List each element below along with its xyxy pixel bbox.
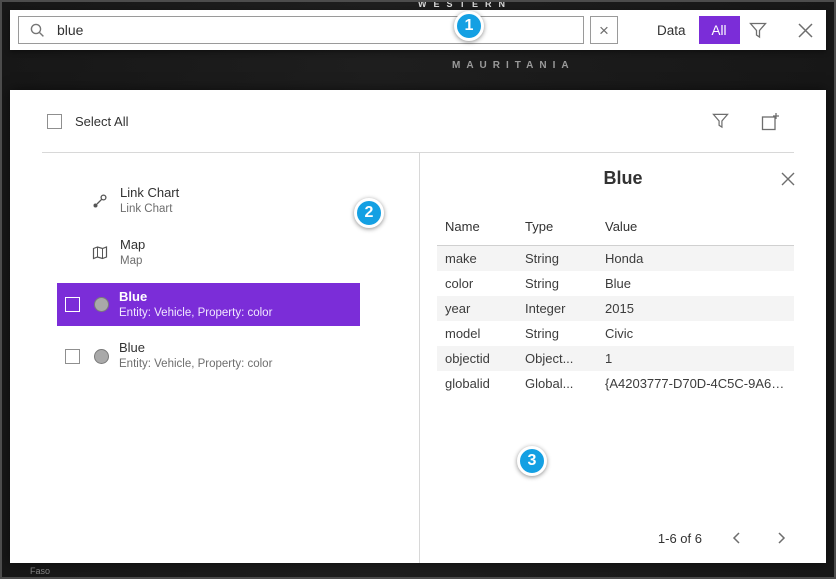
annotation-badge-3: 3 [517, 446, 547, 476]
pagination-range: 1-6 of 6 [658, 531, 702, 546]
detail-title: Blue [420, 168, 826, 189]
list-item-link-chart[interactable]: Link Chart Link Chart [57, 179, 360, 223]
result-list: Link Chart Link Chart Map Map [57, 179, 360, 386]
list-item-title: Link Chart [120, 185, 179, 202]
cell-value: Blue [597, 271, 794, 296]
detail-close-button[interactable] [778, 169, 798, 189]
cell-name: globalid [437, 371, 517, 396]
cell-type: String [517, 321, 597, 346]
entity-circle-icon [94, 349, 109, 364]
cell-value: 2015 [597, 296, 794, 321]
list-item-texts: Map Map [120, 237, 145, 269]
close-search-button[interactable] [795, 20, 816, 41]
table-row: color String Blue [437, 271, 794, 296]
table-row: make String Honda [437, 246, 794, 272]
list-item-subtitle: Map [120, 254, 145, 269]
cell-name: color [437, 271, 517, 296]
list-item-title: Blue [119, 289, 272, 306]
map-label-mauritania: MAURITANIA [452, 60, 575, 71]
app-screen: WESTERN MAURITANIA Faso × Data All 1 Sel… [0, 0, 836, 579]
results-panel: Select All Lin [10, 90, 826, 563]
panel-body: Link Chart Link Chart Map Map [10, 153, 826, 563]
list-item-subtitle: Entity: Vehicle, Property: color [119, 357, 272, 372]
cell-name: make [437, 246, 517, 272]
map-label-faso: Faso [30, 566, 50, 576]
table-row: year Integer 2015 [437, 296, 794, 321]
list-item-subtitle: Entity: Vehicle, Property: color [119, 306, 272, 321]
map-label-western: WESTERN [418, 0, 512, 9]
list-item-checkbox[interactable] [65, 297, 80, 312]
column-header-type: Type [517, 213, 597, 246]
attribute-table: Name Type Value make String Honda [437, 213, 794, 396]
cell-value: Civic [597, 321, 794, 346]
list-item-title: Map [120, 237, 145, 254]
search-toolbar: × Data All [10, 10, 826, 50]
table-row: globalid Global... {A4203777-D70D-4C5C-9… [437, 371, 794, 396]
next-page-button[interactable] [772, 529, 790, 547]
select-all-label: Select All [75, 114, 128, 129]
cell-value: 1 [597, 346, 794, 371]
panel-header-icons [710, 110, 782, 133]
scope-data-button[interactable]: Data [644, 16, 699, 44]
select-all: Select All [47, 114, 128, 129]
annotation-badge-2: 2 [354, 198, 384, 228]
search-input[interactable] [55, 21, 575, 39]
cell-name: year [437, 296, 517, 321]
cell-value: {A4203777-D70D-4C5C-9A65-C... [597, 371, 794, 396]
list-item-checkbox[interactable] [65, 349, 80, 364]
list-item-texts: Blue Entity: Vehicle, Property: color [119, 340, 272, 372]
detail-panel: Blue Name Type Value [420, 153, 826, 563]
panel-header: Select All [10, 90, 826, 152]
cell-name: objectid [437, 346, 517, 371]
table-row: model String Civic [437, 321, 794, 346]
scope-all-button[interactable]: All [699, 16, 740, 44]
search-icon [27, 20, 47, 40]
scope-toggle: Data All [644, 16, 740, 44]
table-row: objectid Object... 1 [437, 346, 794, 371]
cell-type: Object... [517, 346, 597, 371]
select-all-checkbox[interactable] [47, 114, 62, 129]
column-header-name: Name [437, 213, 517, 246]
panel-filter-button[interactable] [710, 111, 731, 131]
pagination: 1-6 of 6 [658, 529, 790, 547]
add-result-button[interactable] [759, 110, 782, 133]
previous-page-button[interactable] [728, 529, 746, 547]
list-item-title: Blue [119, 340, 272, 357]
clear-search-button[interactable]: × [590, 16, 618, 44]
search-box [18, 16, 584, 44]
cell-name: model [437, 321, 517, 346]
cell-type: Global... [517, 371, 597, 396]
table-header-row: Name Type Value [437, 213, 794, 246]
map-icon [90, 243, 110, 263]
list-item-map[interactable]: Map Map [57, 231, 360, 275]
list-item-blue-selected[interactable]: Blue Entity: Vehicle, Property: color [57, 283, 360, 327]
link-chart-icon [90, 191, 110, 211]
list-item-texts: Link Chart Link Chart [120, 185, 179, 217]
cell-type: String [517, 271, 597, 296]
list-item-blue[interactable]: Blue Entity: Vehicle, Property: color [57, 334, 360, 378]
filter-button[interactable] [747, 20, 769, 41]
annotation-badge-1: 1 [454, 11, 484, 41]
cell-type: Integer [517, 296, 597, 321]
cell-value: Honda [597, 246, 794, 272]
list-item-subtitle: Link Chart [120, 202, 179, 217]
list-item-texts: Blue Entity: Vehicle, Property: color [119, 289, 272, 321]
column-header-value: Value [597, 213, 794, 246]
entity-circle-icon [94, 297, 109, 312]
cell-type: String [517, 246, 597, 272]
